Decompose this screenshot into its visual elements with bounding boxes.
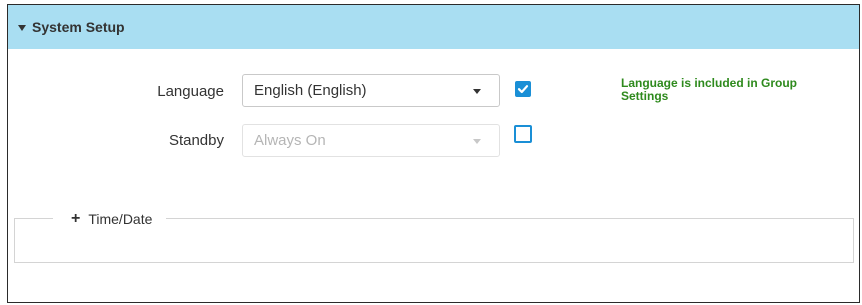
time-date-title: Time/Date (88, 211, 153, 227)
system-setup-title: System Setup (32, 19, 125, 35)
standby-group-checkbox[interactable] (514, 125, 532, 143)
system-setup-header[interactable]: System Setup (8, 5, 859, 49)
chevron-down-icon (473, 89, 481, 94)
standby-select[interactable]: Always On (242, 124, 500, 157)
time-date-section: + Time/Date (14, 210, 854, 263)
check-icon (517, 85, 529, 94)
language-group-checkbox[interactable] (515, 81, 531, 97)
standby-label: Standby (168, 132, 224, 149)
chevron-down-icon (473, 139, 481, 144)
system-setup-panel: System Setup Language English (English) … (7, 4, 860, 303)
group-settings-note: Language is included in Group Settings (621, 76, 798, 103)
language-select-value: English (English) (254, 82, 367, 99)
caret-down-icon (18, 24, 26, 31)
language-select[interactable]: English (English) (242, 74, 500, 107)
plus-icon: + (71, 210, 81, 227)
time-date-toggle[interactable]: + Time/Date (53, 210, 167, 228)
language-label: Language (157, 83, 224, 100)
standby-select-value: Always On (254, 132, 326, 149)
